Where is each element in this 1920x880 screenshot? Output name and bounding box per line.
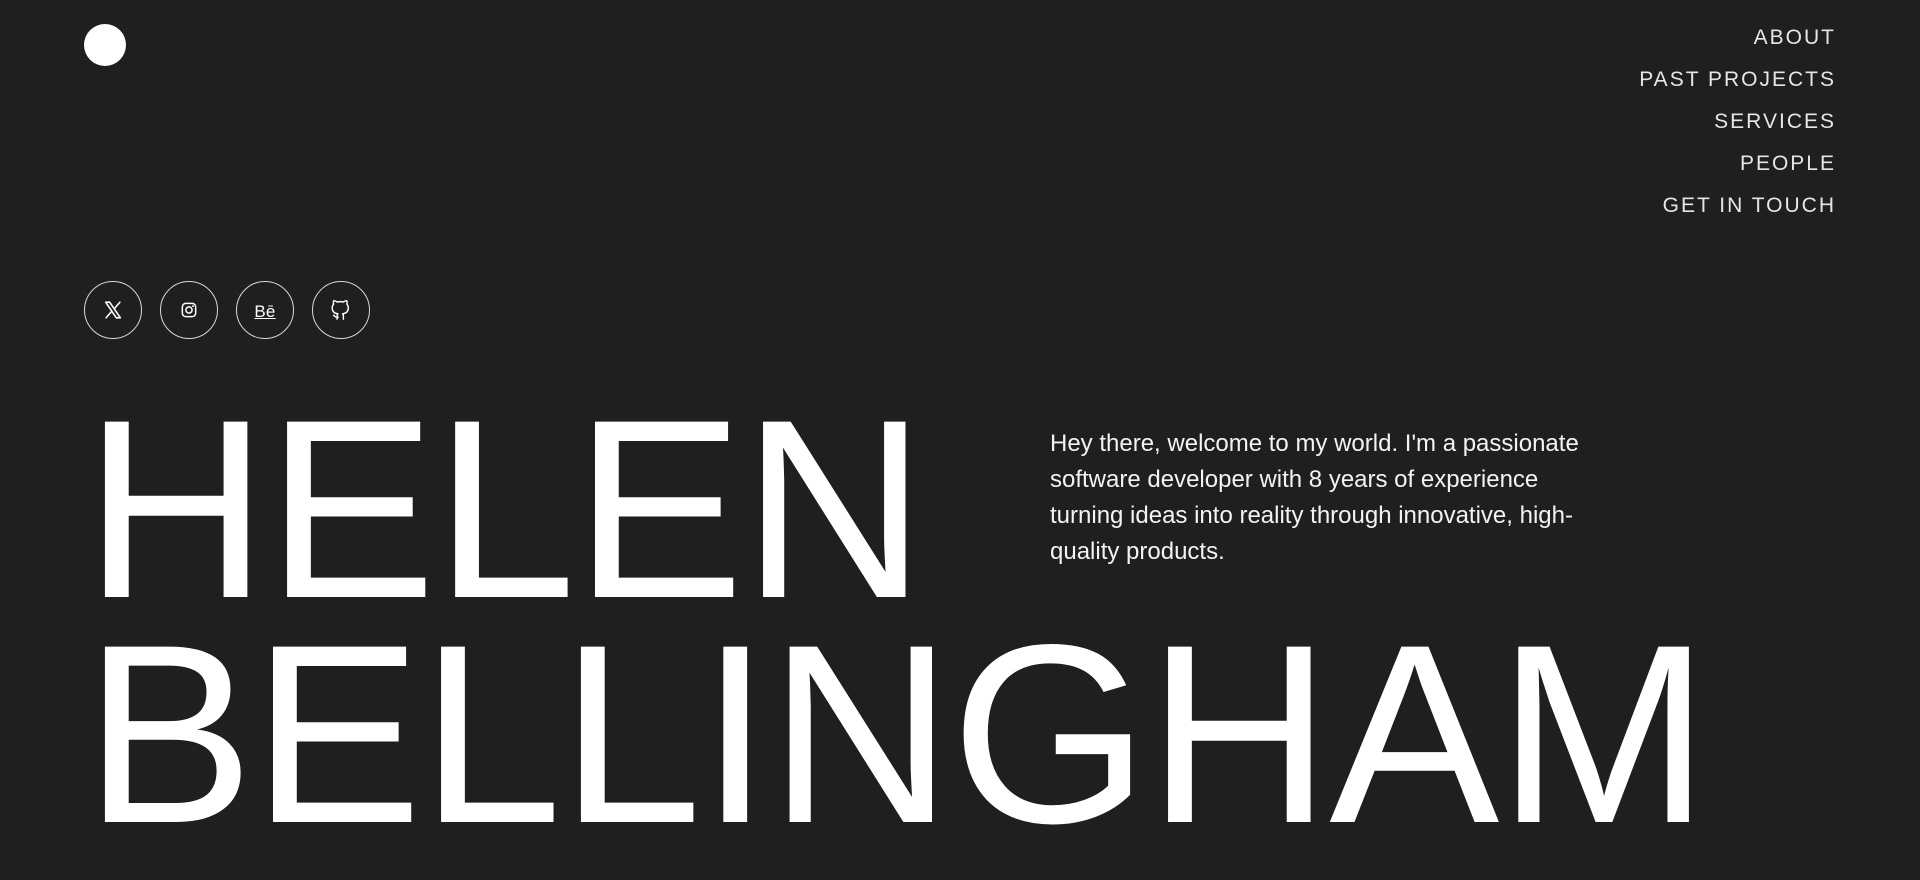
portfolio-home: ABOUT PAST PROJECTS SERVICES PEOPLE GET …	[0, 0, 1920, 880]
hero-last-name: BELLINGHAM	[84, 592, 1710, 877]
behance-link[interactable]: Bē	[236, 281, 294, 339]
nav-get-in-touch[interactable]: GET IN TOUCH	[1663, 194, 1836, 218]
github-icon	[329, 298, 353, 322]
nav-past-projects[interactable]: PAST PROJECTS	[1639, 68, 1836, 92]
github-link[interactable]	[312, 281, 370, 339]
x-icon	[102, 299, 124, 321]
instagram-link[interactable]	[160, 281, 218, 339]
nav-people[interactable]: PEOPLE	[1740, 152, 1836, 176]
instagram-icon	[179, 300, 199, 320]
social-links: Bē	[84, 281, 370, 339]
x-link[interactable]	[84, 281, 142, 339]
main-navigation: ABOUT PAST PROJECTS SERVICES PEOPLE GET …	[1639, 26, 1836, 218]
logo-circle[interactable]	[84, 24, 126, 66]
nav-about[interactable]: ABOUT	[1754, 26, 1836, 50]
nav-services[interactable]: SERVICES	[1714, 110, 1836, 134]
behance-icon: Bē	[254, 301, 276, 321]
intro-text: Hey there, welcome to my world. I'm a pa…	[1050, 430, 1579, 565]
